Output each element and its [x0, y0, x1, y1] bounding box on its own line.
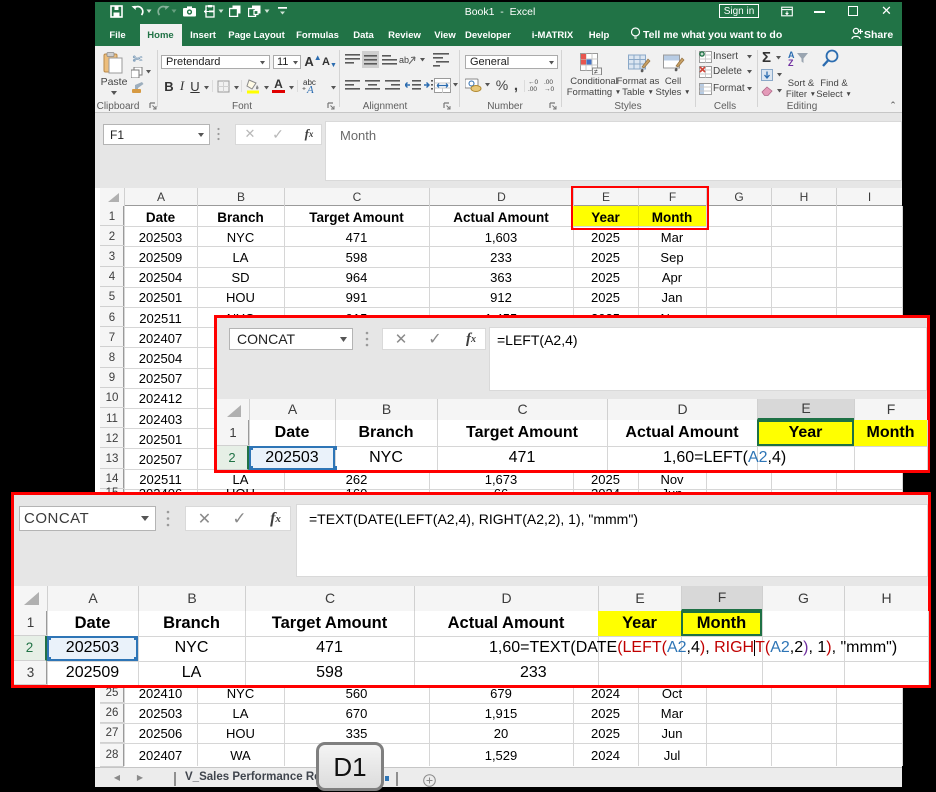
svg-text:Z: Z [788, 58, 794, 66]
svg-text:.00: .00 [528, 86, 537, 92]
svg-text:ab: ab [399, 55, 409, 65]
svg-text:←0: ←0 [528, 79, 539, 86]
svg-text:→0: →0 [544, 86, 555, 92]
svg-text:.00: .00 [544, 79, 553, 86]
svg-text:≠: ≠ [594, 69, 598, 75]
svg-text:A: A [306, 84, 314, 94]
